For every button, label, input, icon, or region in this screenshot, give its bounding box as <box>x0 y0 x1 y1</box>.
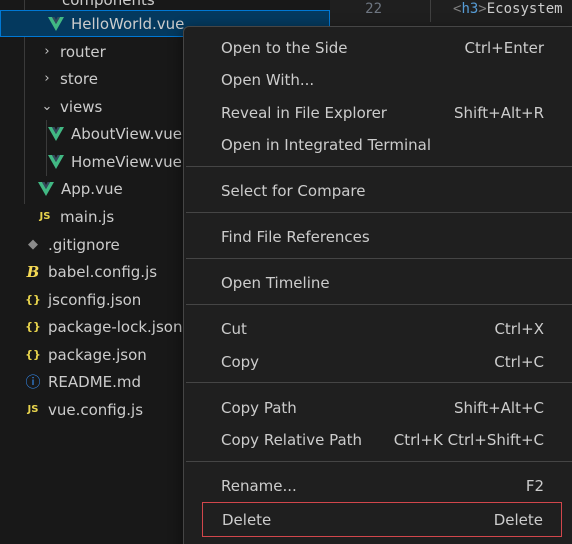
tree-item-label: .gitignore <box>48 235 120 254</box>
menu-separator <box>186 382 572 383</box>
menu-item-shortcut: Shift+Alt+R <box>454 104 544 122</box>
menu-item-reveal-in-file-explorer[interactable]: Reveal in File Explorer Shift+Alt+R <box>202 97 562 129</box>
vue-icon <box>47 154 65 169</box>
menu-item-rename[interactable]: Rename... F2 <box>202 470 562 502</box>
vscode-window: ⌄ components HelloWorld.vue › router › s… <box>0 0 572 544</box>
info-icon: ⓘ <box>25 373 41 391</box>
json-icon: {} <box>25 348 41 361</box>
menu-item-shortcut: Ctrl+X <box>494 320 544 338</box>
menu-item-shortcut: Delete <box>493 510 543 529</box>
code-line[interactable]: <h3>Ecosystem <box>453 0 563 18</box>
menu-item-open-timeline[interactable]: Open Timeline <box>202 267 562 299</box>
menu-item-label: Delete <box>222 510 272 529</box>
tree-item-label: router <box>60 42 106 61</box>
menu-item-select-for-compare[interactable]: Select for Compare <box>202 175 562 207</box>
chevron-down-icon: ⌄ <box>41 99 53 114</box>
menu-separator <box>186 461 572 462</box>
code-indent-guide <box>430 0 431 22</box>
context-menu: Open to the Side Ctrl+Enter Open With...… <box>183 26 572 544</box>
js-icon: JS <box>27 404 39 415</box>
menu-separator <box>186 304 572 305</box>
menu-item-find-file-references[interactable]: Find File References <box>202 221 562 253</box>
tree-item-label: HelloWorld.vue <box>71 14 185 33</box>
menu-item-label: Find File References <box>221 228 370 246</box>
js-icon: JS <box>39 211 51 222</box>
menu-item-open-with[interactable]: Open With... <box>202 64 562 96</box>
menu-item-shortcut: F2 <box>525 477 544 495</box>
babel-icon: B <box>26 262 40 281</box>
tree-item-label: babel.config.js <box>48 262 158 281</box>
tree-item-label: package-lock.json <box>48 317 183 336</box>
menu-item-label: Copy <box>221 353 260 371</box>
tree-item-label: vue.config.js <box>48 400 144 419</box>
chevron-right-icon: › <box>44 71 50 86</box>
tree-item-label: package.json <box>48 345 147 364</box>
vue-icon <box>47 126 65 141</box>
menu-item-delete[interactable]: Delete Delete <box>202 502 562 537</box>
tree-item-label: main.js <box>60 207 115 226</box>
menu-separator <box>186 212 572 213</box>
code-tag-name: h3 <box>461 1 479 17</box>
tree-item-label: AboutView.vue <box>71 124 182 143</box>
menu-item-copy[interactable]: Copy Ctrl+C <box>202 346 562 378</box>
menu-item-label: Copy Path <box>221 399 297 417</box>
menu-item-label: Rename... <box>221 477 297 495</box>
menu-item-label: Open With... <box>221 71 315 89</box>
menu-item-shortcut: Ctrl+Enter <box>464 39 544 57</box>
menu-item-label: Select for Compare <box>221 182 366 200</box>
json-icon: {} <box>25 320 41 333</box>
tree-item-label: README.md <box>48 372 142 391</box>
tree-item-label: App.vue <box>61 179 123 198</box>
menu-item-open-in-integrated-terminal[interactable]: Open in Integrated Terminal <box>202 129 562 161</box>
menu-separator <box>186 258 572 259</box>
code-text: Ecosystem <box>486 1 563 17</box>
menu-item-label: Cut <box>221 320 247 338</box>
menu-item-open-to-the-side[interactable]: Open to the Side Ctrl+Enter <box>202 32 562 64</box>
tree-item-label: store <box>60 69 98 88</box>
menu-item-copy-path[interactable]: Copy Path Shift+Alt+C <box>202 392 562 424</box>
chevron-right-icon: › <box>44 44 50 59</box>
menu-item-cut[interactable]: Cut Ctrl+X <box>202 313 562 345</box>
menu-item-shortcut: Ctrl+C <box>494 353 544 371</box>
git-icon: ◆ <box>28 237 38 252</box>
tree-item-label: HomeView.vue <box>71 152 182 171</box>
code-tag-bracket: > <box>478 1 487 17</box>
tree-item-label: components <box>62 0 155 9</box>
vue-icon <box>47 16 65 31</box>
menu-item-label: Reveal in File Explorer <box>221 104 387 122</box>
menu-item-shortcut: Ctrl+K Ctrl+Shift+C <box>393 431 544 449</box>
menu-item-label: Open Timeline <box>221 274 330 292</box>
menu-item-shortcut: Shift+Alt+C <box>453 399 544 417</box>
menu-item-label: Copy Relative Path <box>221 431 363 449</box>
menu-separator <box>186 166 572 167</box>
line-number: 22 <box>365 1 382 17</box>
menu-item-label: Open in Integrated Terminal <box>221 136 431 154</box>
tree-item-label: jsconfig.json <box>48 290 142 309</box>
vue-icon <box>37 181 55 196</box>
tree-item-label: views <box>60 97 103 116</box>
menu-item-label: Open to the Side <box>221 39 348 57</box>
json-icon: {} <box>25 293 41 306</box>
menu-item-copy-relative-path[interactable]: Copy Relative Path Ctrl+K Ctrl+Shift+C <box>202 424 562 456</box>
